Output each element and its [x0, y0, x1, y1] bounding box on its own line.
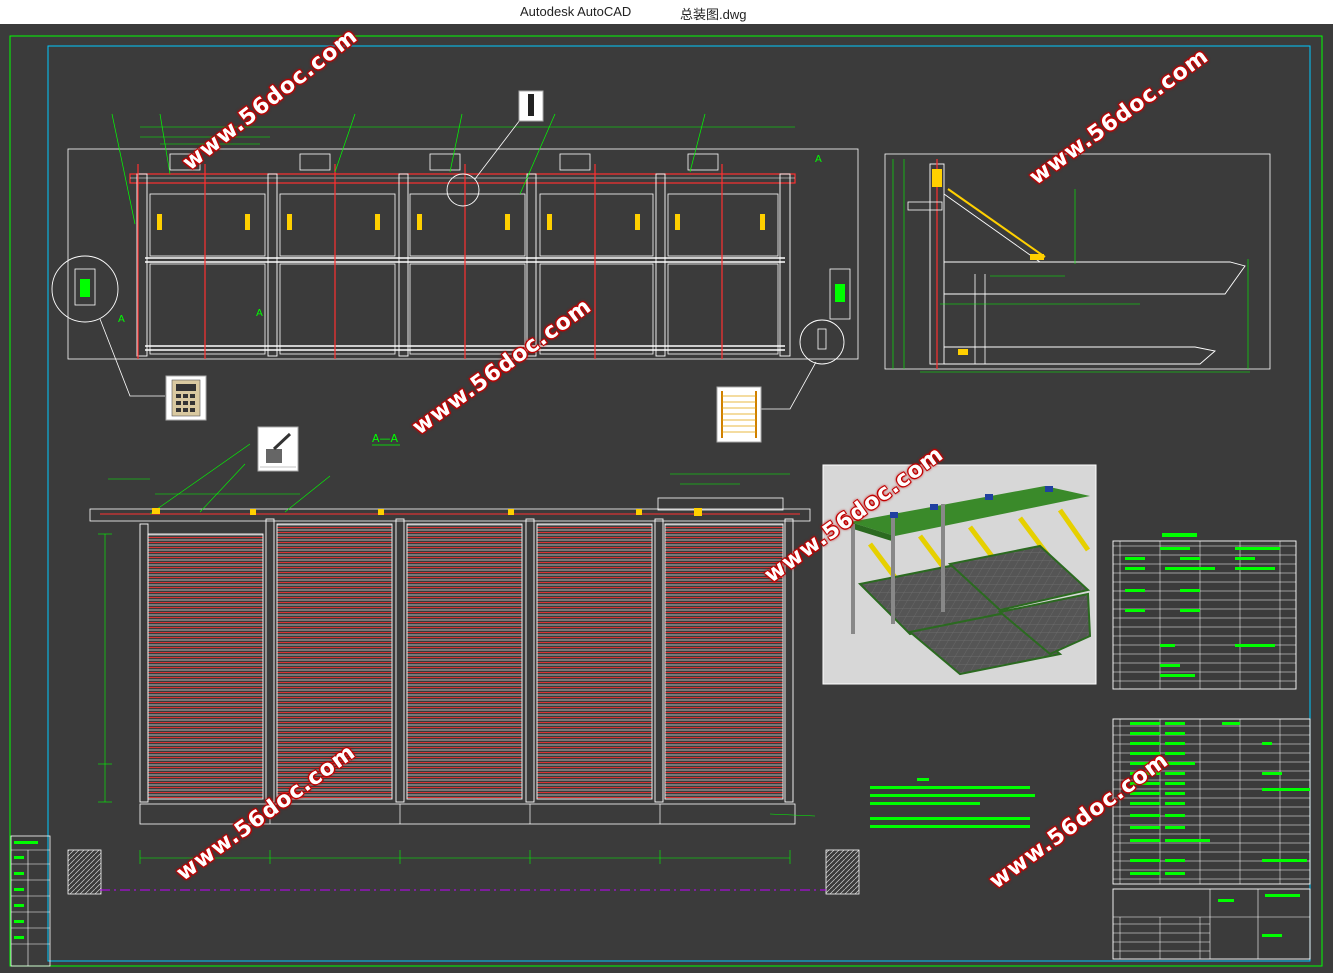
section-label: A—A [372, 432, 399, 445]
front-elevation-view: A A A [51, 113, 859, 410]
side-elevation-view [884, 153, 1271, 373]
drawing-canvas[interactable]: A A A A—A www.56doc.com www.56doc.com ww… [0, 24, 1333, 973]
file-name: 总装图.dwg [680, 7, 747, 22]
window-title-bar: Autodesk AutoCAD 总装图.dwg [0, 0, 1333, 24]
parts-list [1112, 718, 1311, 885]
device-photo-limit-switch [257, 426, 299, 472]
title-block [1112, 888, 1311, 960]
device-photo-light-curtain [716, 386, 762, 443]
svg-text:A: A [118, 314, 125, 325]
device-photo-keypad [165, 375, 207, 421]
app-title: Autodesk AutoCAD [520, 4, 632, 19]
svg-text:A: A [815, 154, 822, 165]
svg-text:A: A [256, 308, 263, 319]
plan-view [67, 443, 860, 895]
spec-table [1112, 533, 1297, 690]
device-photo-sensor [518, 90, 544, 122]
revision-table [10, 835, 51, 967]
technical-notes [870, 778, 1035, 828]
